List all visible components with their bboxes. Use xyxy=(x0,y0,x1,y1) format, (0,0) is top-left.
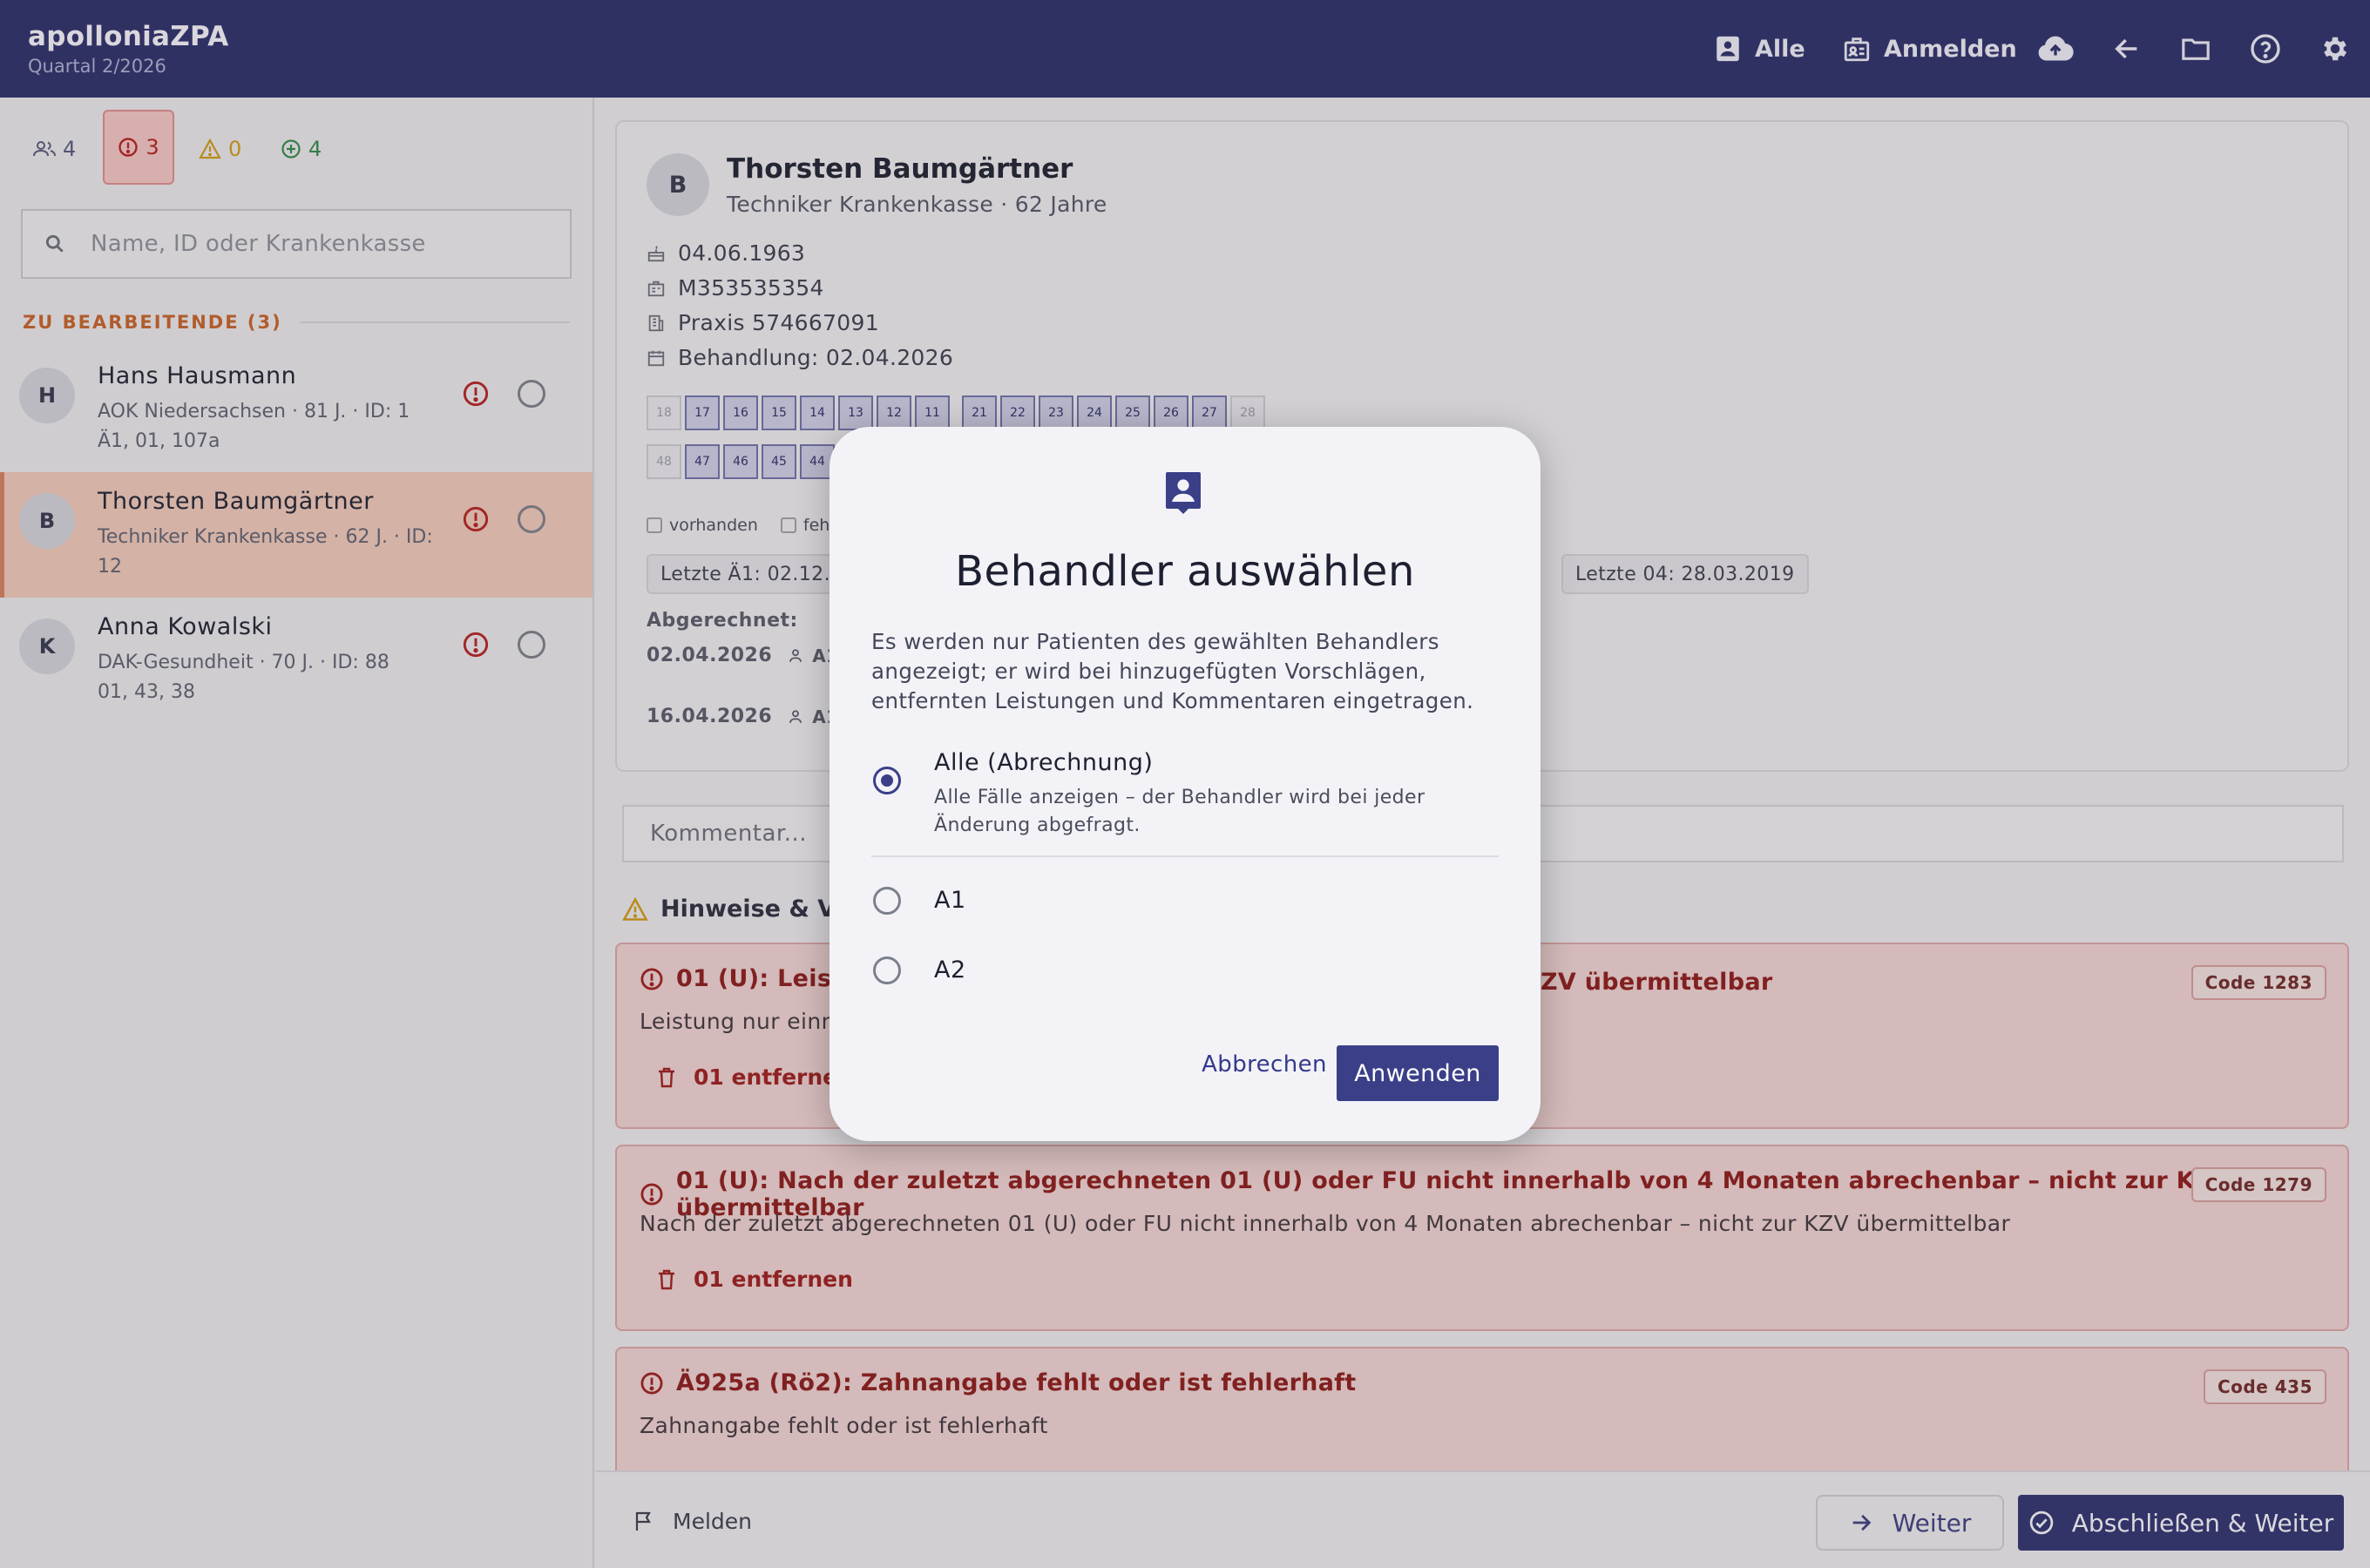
dialog-title: Behandler auswählen xyxy=(955,547,1415,596)
cancel-button[interactable]: Abbrechen xyxy=(1182,1037,1347,1092)
contact-badge-icon xyxy=(1162,469,1204,517)
option-a2[interactable]: A2 xyxy=(871,956,1499,1000)
apply-button[interactable]: Anwenden xyxy=(1337,1045,1499,1101)
dialog-description: Es werden nur Patienten des gewählten Be… xyxy=(871,629,1474,713)
select-practitioner-dialog: Behandler auswählen Es werden nur Patien… xyxy=(830,427,1540,1141)
option-all-description: Alle Fälle anzeigen – der Behandler wird… xyxy=(934,787,1425,836)
radio-a2[interactable] xyxy=(873,956,901,984)
option-a1-label: A1 xyxy=(934,887,966,914)
option-all[interactable]: Alle (Abrechnung) Alle Fälle anzeigen – … xyxy=(871,749,1499,845)
option-a2-label: A2 xyxy=(934,956,966,983)
radio-all[interactable] xyxy=(873,767,901,794)
option-all-label: Alle (Abrechnung) xyxy=(934,749,1154,776)
option-a1[interactable]: A1 xyxy=(871,887,1499,930)
radio-a1[interactable] xyxy=(873,887,901,915)
dialog-divider xyxy=(871,855,1499,857)
